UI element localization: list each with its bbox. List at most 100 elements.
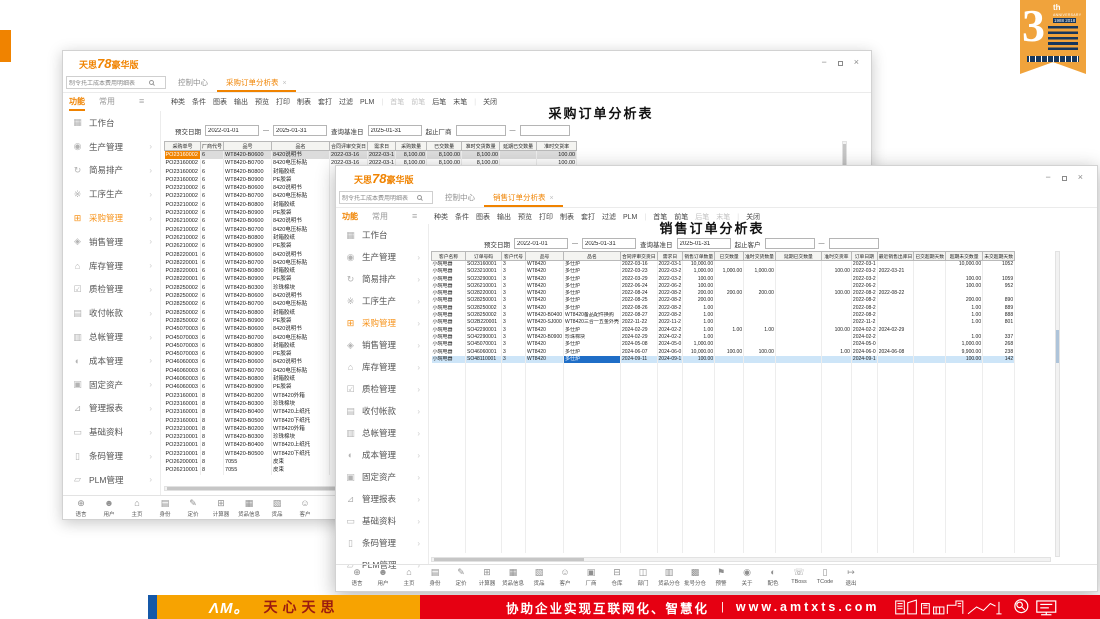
cell-overdue-undelivered-qty[interactable]: 9,900.00 [946, 349, 983, 356]
cell-item-name[interactable]: WT8420下纸托 [272, 417, 330, 425]
date-from-input[interactable] [205, 125, 259, 136]
sidebar-item-master-data[interactable]: ▭基础资料› [336, 510, 428, 532]
cell-item-name[interactable]: 多仕炉 [564, 327, 621, 334]
cell-item-name[interactable]: 皮束 [272, 458, 330, 466]
report-search-box[interactable] [66, 76, 166, 89]
cell-delivered-overdue-days[interactable] [914, 261, 946, 269]
cell-item-name[interactable]: 封箱胶纸 [272, 309, 330, 317]
cell-vendor-code[interactable]: 6 [201, 251, 224, 259]
sidebar-item-process-production[interactable]: ※工序生产› [63, 182, 160, 206]
tab-sales-analysis[interactable]: 销售订单分析表× [484, 188, 563, 207]
cell-item-name[interactable]: 多仕炉 [564, 341, 621, 348]
cell-order-date[interactable]: 2022-03-2 [851, 276, 877, 283]
cell-item-no[interactable]: WT8420-B0900 [224, 317, 272, 325]
cell-customer-code[interactable]: 3 [502, 341, 526, 348]
cell-contract-review-date[interactable]: 2024-09-11 [620, 356, 657, 363]
menu-preview[interactable]: 预览 [255, 97, 269, 107]
cell-item-no[interactable]: WT8420 [526, 283, 564, 290]
cell-order-date[interactable]: 2024-06-0 [851, 349, 877, 356]
cell-vendor-code[interactable]: 8 [201, 392, 224, 400]
cell-customer-name[interactable]: 小皖电器 [432, 334, 466, 341]
cell-item-name[interactable]: 多仕炉 [564, 297, 621, 304]
cell-item-name[interactable]: 8420说明书 [272, 292, 330, 300]
cell-item-name[interactable]: PE胶袋 [272, 209, 330, 217]
cell-po-no[interactable]: PO28220001 [165, 275, 201, 283]
hamburger-icon[interactable]: ≡ [412, 211, 417, 221]
cell-delivered-qty[interactable] [715, 297, 744, 304]
vendor-to-input[interactable] [520, 125, 570, 136]
cell-po-no[interactable]: PO46060003 [165, 375, 201, 383]
cell-so-qty[interactable]: 1.00 [683, 305, 715, 312]
sidebar-item-workbench[interactable]: ▦工作台 [336, 224, 428, 246]
cell-po-no[interactable]: PO28250002 [165, 300, 201, 308]
sidebar-item-quality[interactable]: ☑质检管理› [336, 378, 428, 400]
cell-po-no[interactable]: PO23210002 [165, 184, 201, 192]
cell-customer-code[interactable]: 3 [502, 327, 526, 334]
cell-item-no[interactable]: WT8420 [526, 276, 564, 283]
cell-item-no[interactable]: WT8420-B0300 [224, 400, 272, 408]
cell-undelivered-overdue-days[interactable]: 801 [983, 319, 1015, 326]
grid-horizontal-scrollbar[interactable] [431, 557, 1051, 562]
cell-delivered-overdue-days[interactable] [914, 268, 946, 275]
cell-item-no[interactable]: WT8420-B0800 [224, 234, 272, 242]
cell-delivered-qty[interactable]: 1.00 [715, 327, 744, 334]
cell-item-name[interactable]: PE胶袋 [272, 317, 330, 325]
cell-late-delivered-qty[interactable] [775, 327, 821, 334]
cell-ontime-rate[interactable] [821, 312, 851, 319]
cell-delivered-overdue-days[interactable] [914, 349, 946, 356]
cell-ontime-rate[interactable] [821, 319, 851, 326]
cell-late-delivered-qty[interactable] [775, 312, 821, 319]
cell-item-no[interactable]: WT8420-B0700 [224, 367, 272, 375]
cell-item-no[interactable]: WT8420-B0900 [224, 350, 272, 358]
cell-item-no[interactable]: WT8420 [526, 268, 564, 275]
cell-demand-date[interactable]: 2022-06-2 [657, 283, 683, 290]
cell-po-no[interactable]: PO23160001 [165, 417, 201, 425]
cell-customer-name[interactable]: 小皖电器 [432, 283, 466, 290]
cell-item-name[interactable]: 珍珠棉块 [272, 433, 330, 441]
cell-vendor-code[interactable]: 8 [201, 466, 224, 474]
cell-vendor-code[interactable]: 6 [201, 209, 224, 217]
cell-undelivered-overdue-days[interactable]: 142 [983, 356, 1015, 363]
cell-po-no[interactable]: PO23160002 [165, 168, 201, 176]
cell-ontime-rate[interactable]: 100.00 [821, 268, 851, 275]
cell-item-name[interactable]: WT8420三合一五金外壳 [564, 319, 621, 326]
cell-customer-name[interactable]: 小皖电器 [432, 349, 466, 356]
cell-item-name[interactable]: 封箱胶纸 [272, 168, 330, 176]
cell-item-no[interactable]: WT8420-B0700 [224, 226, 272, 234]
cell-contract-review-date[interactable]: 2024-02-29 [620, 334, 657, 341]
toolbar-item-exit[interactable]: ↦退出 [838, 567, 864, 587]
toolbar-item-home[interactable]: ⌂主页 [123, 498, 151, 518]
cell-customer-code[interactable]: 3 [502, 334, 526, 341]
cell-demand-date[interactable]: 2022-08-2 [657, 297, 683, 304]
menu-category[interactable]: 种类 [434, 212, 448, 222]
cell-vendor-code[interactable]: 6 [201, 358, 224, 366]
cell-customer-code[interactable]: 3 [502, 268, 526, 275]
cell-item-no[interactable]: WT8420-B0700 [224, 192, 272, 200]
cell-item-name[interactable]: 多仕炉 [564, 276, 621, 283]
toolbar-item-customer[interactable]: ☺客户 [552, 567, 578, 587]
cell-late-delivered-qty[interactable] [775, 276, 821, 283]
cell-item-no[interactable]: WT8420-B0600 [224, 325, 272, 333]
cell-item-name[interactable]: 多仕炉 [564, 261, 621, 269]
cell-po-no[interactable]: PO28250002 [165, 284, 201, 292]
cell-so-qty[interactable]: 200.00 [683, 297, 715, 304]
cell-late-delivered-qty[interactable] [500, 151, 537, 160]
cell-late-delivered-qty[interactable] [775, 305, 821, 312]
toolbar-item-item[interactable]: ▧货品 [263, 498, 291, 518]
sidebar-item-sales[interactable]: ◈销售管理› [336, 334, 428, 356]
toolbar-item-warehouse[interactable]: ⊟仓库 [604, 567, 630, 587]
cell-item-no[interactable]: 7055 [224, 458, 272, 466]
cell-delivered-qty[interactable]: 200.00 [715, 290, 744, 297]
customer-from-input[interactable] [765, 238, 815, 249]
cell-so-qty[interactable]: 200.00 [683, 290, 715, 297]
toolbar-item-about[interactable]: ◉关于 [734, 567, 760, 587]
cell-po-no[interactable]: PO23210001 [165, 425, 201, 433]
cell-po-no[interactable]: PO23210001 [165, 450, 201, 458]
tab-control-center[interactable]: 控制中心 [436, 188, 484, 207]
cell-ontime-qty[interactable] [744, 356, 776, 363]
cell-ontime-qty[interactable] [744, 334, 776, 341]
sidebar-item-fixed-assets[interactable]: ▣固定资产› [336, 466, 428, 488]
cell-ontime-rate[interactable] [821, 276, 851, 283]
cell-po-no[interactable]: PO46060003 [165, 358, 201, 366]
cell-ontime-rate[interactable] [821, 305, 851, 312]
